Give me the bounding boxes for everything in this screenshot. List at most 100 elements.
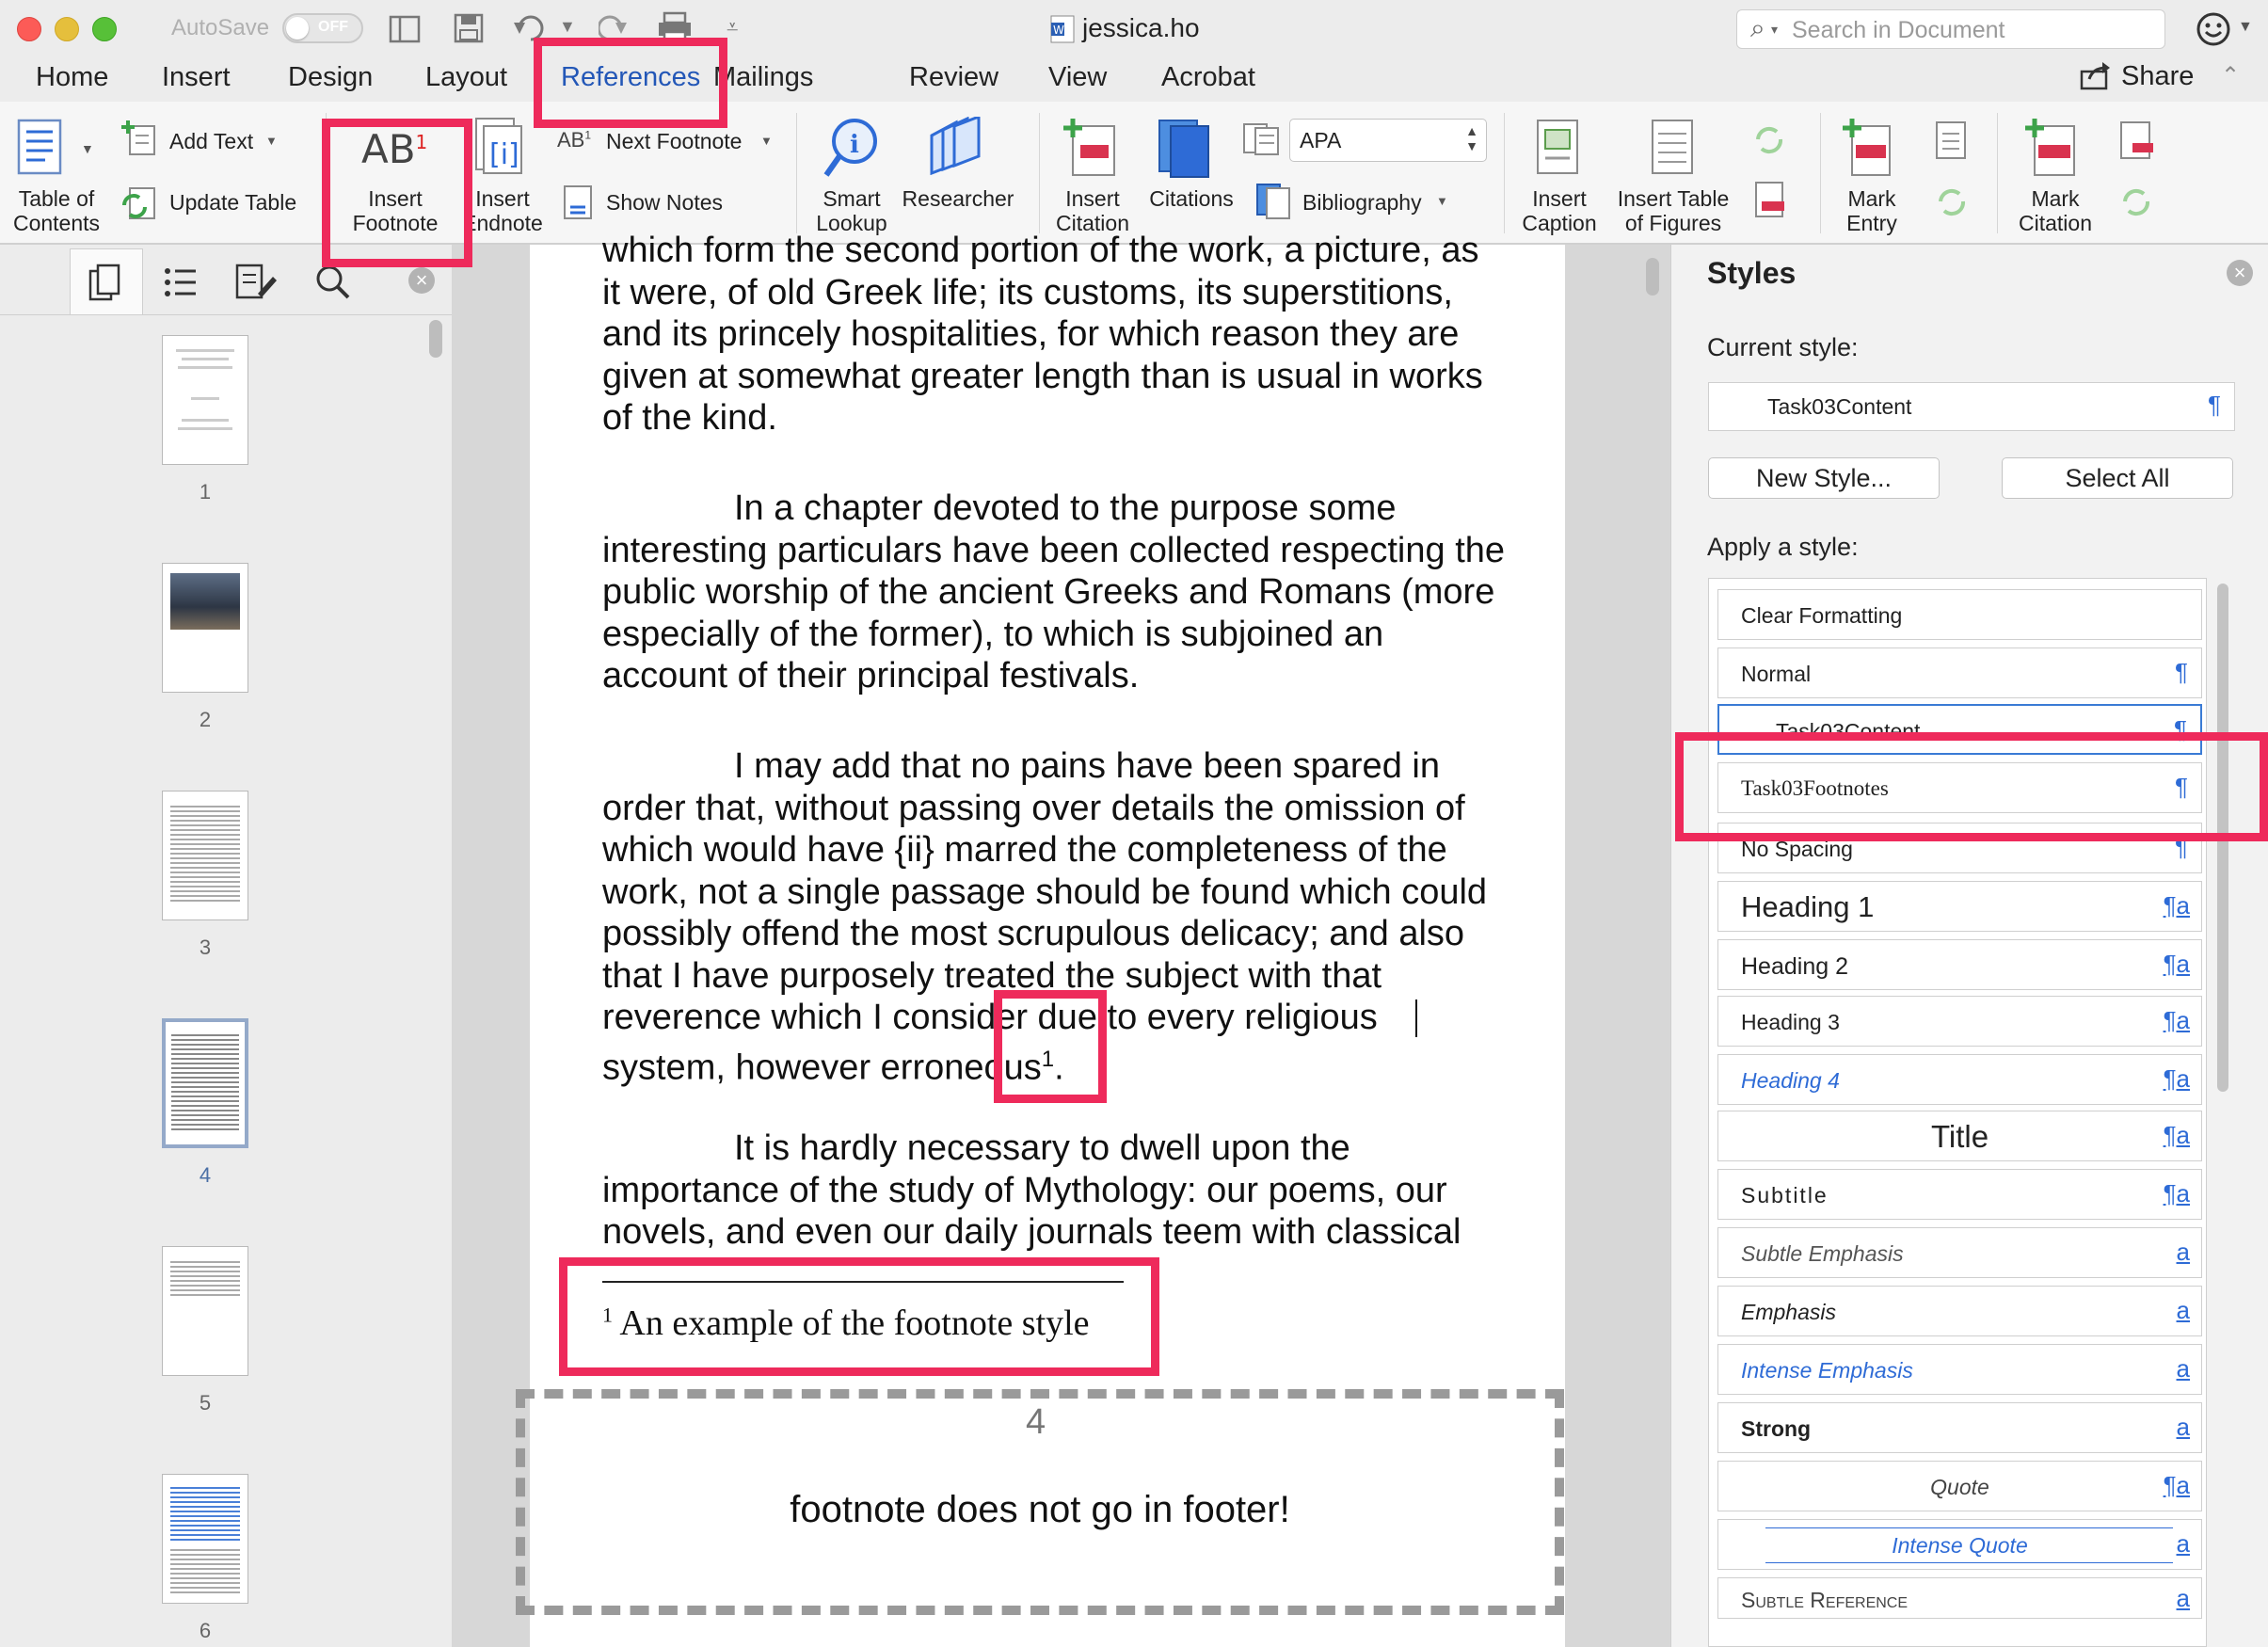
style-item-normal[interactable]: Normal ¶	[1717, 648, 2202, 698]
document-title: jessica.ho	[1082, 13, 1200, 42]
page-thumbnail[interactable]	[162, 791, 248, 920]
select-all-button[interactable]: Select All	[2002, 457, 2233, 499]
insert-table-of-authorities-icon[interactable]	[2119, 120, 2157, 162]
style-item-intense-emphasis[interactable]: Intense Emphasis a	[1717, 1344, 2202, 1395]
tab-layout[interactable]: Layout	[425, 62, 507, 93]
toc-dropdown-icon[interactable]: ▼	[81, 141, 94, 156]
style-item-subtle-emphasis[interactable]: Subtle Emphasis a	[1717, 1227, 2202, 1278]
table-of-contents-button[interactable]: Table of Contents	[4, 186, 109, 235]
page-thumbnail[interactable]	[162, 1474, 248, 1604]
researcher-icon	[930, 117, 981, 175]
tab-view[interactable]: View	[1048, 62, 1107, 93]
mark-entry-button[interactable]: Mark Entry	[1820, 186, 1924, 235]
new-style-button[interactable]: New Style...	[1708, 457, 1940, 499]
style-item-title[interactable]: Title ¶a	[1717, 1111, 2202, 1161]
researcher-button[interactable]: Researcher	[896, 186, 1020, 211]
style-item-heading-1[interactable]: Heading 1 ¶a	[1717, 881, 2202, 932]
close-pane-icon[interactable]: ×	[408, 267, 435, 294]
style-item-subtle-reference[interactable]: Subtle Reference a	[1717, 1577, 2202, 1619]
update-index-icon[interactable]	[1935, 184, 1969, 218]
bibliography-button[interactable]: Bibliography	[1302, 190, 1422, 216]
style-item-clear-formatting[interactable]: Clear Formatting	[1717, 589, 2202, 640]
insert-citation-icon	[1063, 119, 1115, 176]
citation-style-select[interactable]: APA ▲ ▼	[1289, 119, 1487, 162]
update-table-of-authorities-icon[interactable]	[2119, 184, 2153, 218]
table-of-contents-icon[interactable]	[17, 119, 70, 177]
update-table-button[interactable]: Update Table	[169, 190, 296, 216]
insert-index-icon[interactable]	[1935, 120, 1969, 162]
highlight-footnote-reference	[994, 990, 1107, 1103]
autosave-toggle[interactable]: OFF	[282, 13, 363, 43]
style-item-strong[interactable]: Strong a	[1717, 1402, 2202, 1453]
add-text-button[interactable]: Add Text	[169, 129, 253, 154]
page-thumbnail[interactable]	[162, 1246, 248, 1376]
page-number: 3	[199, 935, 212, 959]
minimize-window-button[interactable]	[55, 17, 79, 41]
body-paragraph[interactable]: It is hardly necessary to dwell upon the…	[602, 1127, 1506, 1254]
citations-button[interactable]: Citations	[1139, 186, 1244, 211]
body-paragraph[interactable]: In a chapter devoted to the purpose some…	[602, 488, 1506, 697]
find-icon[interactable]	[314, 264, 352, 301]
ribbon-separator	[1504, 113, 1505, 233]
style-item-subtitle[interactable]: Subtitle ¶a	[1717, 1169, 2202, 1220]
style-item-heading-4[interactable]: Heading 4 ¶a	[1717, 1054, 2202, 1105]
sidebar-toggle-icon[interactable]	[389, 15, 421, 43]
insert-caption-button[interactable]: Insert Caption	[1508, 186, 1611, 235]
manage-sources-icon[interactable]	[1242, 122, 1280, 156]
bibliography-dropdown-icon[interactable]: ▼	[1436, 194, 1448, 208]
page-thumbnail[interactable]	[162, 563, 248, 693]
feedback-dropdown-icon[interactable]: ▼	[2238, 19, 2253, 36]
customize-toolbar-icon[interactable]: ⩡	[727, 15, 738, 40]
insert-caption-icon	[1537, 120, 1578, 174]
collapse-ribbon-icon[interactable]: ⌃	[2221, 62, 2240, 89]
current-style-value: Task03Content	[1767, 394, 1912, 419]
update-table-of-figures-icon[interactable]	[1752, 122, 1786, 156]
style-item-emphasis[interactable]: Emphasis a	[1717, 1286, 2202, 1336]
smart-lookup-button[interactable]: Smart Lookup	[800, 186, 903, 235]
thumbnail-scrollbar[interactable]	[429, 320, 442, 358]
share-button[interactable]: Share	[2121, 61, 2194, 92]
autosave-state: OFF	[318, 19, 348, 35]
thumbnails-icon	[88, 264, 120, 301]
page-number: 1	[199, 480, 212, 504]
tab-acrobat[interactable]: Acrobat	[1161, 62, 1255, 93]
zoom-window-button[interactable]	[92, 17, 117, 41]
style-item-heading-2[interactable]: Heading 2 ¶a	[1717, 939, 2202, 990]
pane-divider	[0, 314, 452, 315]
insert-citation-button[interactable]: Insert Citation	[1041, 186, 1144, 235]
search-input[interactable]: ⌕ ▾ Search in Document	[1736, 9, 2165, 49]
close-window-button[interactable]	[17, 17, 41, 41]
style-item-intense-quote[interactable]: Intense Quote a	[1717, 1519, 2202, 1570]
tab-home[interactable]: Home	[36, 62, 108, 93]
document-map-icon[interactable]	[164, 267, 198, 297]
next-footnote-dropdown-icon[interactable]: ▼	[760, 134, 773, 148]
document-scrollbar[interactable]	[1646, 258, 1659, 296]
next-footnote-button[interactable]: Next Footnote	[606, 129, 742, 154]
page-thumbnail[interactable]	[162, 335, 248, 465]
citation-style-value: APA	[1300, 128, 1342, 152]
mark-citation-button[interactable]: Mark Citation	[2003, 186, 2108, 235]
ribbon-separator	[1997, 113, 1998, 233]
show-notes-button[interactable]: Show Notes	[606, 190, 723, 216]
current-style-label: Current style:	[1707, 333, 1859, 361]
smiley-feedback-icon[interactable]	[2196, 11, 2231, 47]
insert-table-of-figures-button[interactable]: Insert Table of Figures	[1605, 186, 1741, 235]
tab-review[interactable]: Review	[909, 62, 998, 93]
tab-mailings[interactable]: Mailings	[713, 62, 813, 93]
save-icon[interactable]	[454, 13, 484, 43]
comments-revisions-icon[interactable]	[235, 264, 277, 301]
add-text-dropdown-icon[interactable]: ▼	[265, 134, 278, 148]
search-options-icon: ▾	[1771, 22, 1779, 37]
body-paragraph[interactable]: which form the second portion of the wor…	[602, 230, 1506, 440]
style-item-quote[interactable]: Quote ¶a	[1717, 1461, 2202, 1511]
page-thumbnail-selected[interactable]	[162, 1018, 248, 1148]
undo-dropdown-icon[interactable]: ▼	[559, 17, 576, 37]
tab-design[interactable]: Design	[288, 62, 373, 93]
tab-insert[interactable]: Insert	[162, 62, 231, 93]
smart-lookup-icon: i	[823, 119, 877, 177]
update-table-icon	[122, 187, 155, 219]
stepper-arrows-icon: ▲ ▼	[1465, 123, 1478, 153]
close-styles-pane-icon[interactable]: ×	[2227, 260, 2253, 286]
style-item-heading-3[interactable]: Heading 3 ¶a	[1717, 996, 2202, 1047]
cross-reference-icon[interactable]	[1752, 181, 1790, 222]
